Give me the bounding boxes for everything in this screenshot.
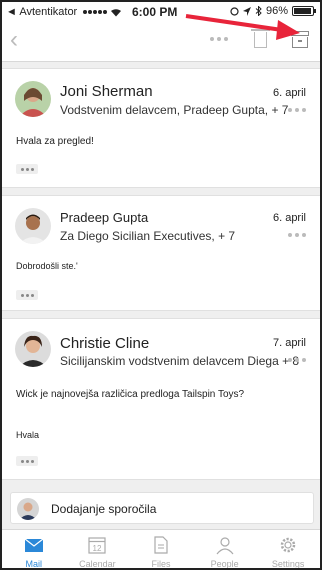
tab-people[interactable]: People: [193, 530, 257, 569]
message-date: 6. april: [272, 87, 306, 99]
tab-label: Files: [151, 559, 171, 569]
calendar-icon: 12: [88, 537, 106, 554]
show-quoted-text-button[interactable]: [16, 456, 38, 466]
tab-label: People: [210, 559, 239, 569]
tab-calendar[interactable]: 12 Calendar: [66, 530, 130, 569]
tab-label: Calendar: [79, 559, 116, 569]
trash-icon[interactable]: [251, 29, 270, 48]
sender-name: Pradeep Gupta: [60, 210, 149, 225]
reply-bar[interactable]: Dodajanje sporočila: [10, 492, 314, 524]
back-app-label[interactable]: ◄ Avtentikator: [6, 6, 77, 18]
bluetooth-icon: [255, 6, 262, 16]
message-body: Dobrodošli ste.': [16, 261, 78, 271]
message-body: Hvala za pregled!: [16, 136, 94, 147]
back-to-app[interactable]: ◄ Avtentikator: [6, 6, 122, 18]
show-quoted-text-button[interactable]: [16, 290, 38, 300]
more-icon[interactable]: [288, 108, 306, 112]
tab-bar: Mail 12 Calendar Files People Settings: [2, 529, 320, 569]
avatar: [17, 498, 39, 520]
message-date: 6. april: [272, 212, 306, 224]
message-card[interactable]: Pradeep Gupta Za Diego Sicilian Executiv…: [2, 195, 320, 311]
gear-icon: [280, 537, 296, 553]
recipients[interactable]: Sicilijanskim vodstvenim delavcem Diega …: [60, 354, 299, 368]
show-quoted-text-button[interactable]: [16, 164, 38, 174]
tab-settings[interactable]: Settings: [256, 530, 320, 569]
avatar: [15, 81, 51, 117]
tab-label: Settings: [271, 559, 305, 569]
tab-label: Mail: [25, 559, 43, 569]
more-icon[interactable]: [288, 233, 306, 237]
message-body: Wick je najnovejša različica predloga Ta…: [16, 389, 245, 400]
wifi-icon: [111, 8, 122, 16]
message-date: 7. april: [272, 337, 306, 349]
message-card[interactable]: Joni Sherman Vodstvenim delavcem, Pradee…: [2, 68, 320, 188]
recipients[interactable]: Za Diego Sicilian Executives, + 7: [60, 229, 235, 243]
message-card[interactable]: Christie Cline Sicilijanskim vodstvenim …: [2, 318, 320, 480]
message-body: Hvala: [16, 430, 40, 440]
app-frame: ◄ Avtentikator 6:00 PM 96% ‹ Joni Sherma…: [0, 0, 322, 570]
tab-files[interactable]: Files: [129, 530, 193, 569]
more-icon[interactable]: [288, 358, 306, 362]
recipients[interactable]: Vodstvenim delavcem, Pradeep Gupta, + 7: [60, 103, 288, 117]
battery-icon: [292, 6, 316, 16]
status-right: 96%: [230, 5, 316, 17]
chevron-left-icon[interactable]: ‹: [10, 28, 18, 52]
person-icon: [216, 537, 234, 555]
tab-mail[interactable]: Mail: [2, 530, 66, 569]
nav-bar: ‹: [2, 22, 320, 62]
mail-icon: [24, 538, 44, 552]
status-bar: ◄ Avtentikator 6:00 PM 96%: [2, 2, 320, 22]
avatar: [15, 331, 51, 367]
location-icon: [242, 6, 251, 16]
file-icon: [154, 536, 168, 554]
archive-icon[interactable]: [291, 31, 309, 48]
calendar-day: 12: [93, 544, 102, 553]
sender-name: Joni Sherman: [60, 83, 153, 100]
battery-fill: [294, 8, 312, 14]
reply-label[interactable]: Dodajanje sporočila: [51, 502, 156, 516]
signal-icon: [83, 10, 108, 14]
sender-name: Christie Cline: [60, 335, 150, 352]
battery-percent: 96%: [265, 5, 288, 17]
status-time: 6:00 PM: [132, 5, 178, 19]
more-icon[interactable]: [210, 37, 228, 41]
avatar: [15, 208, 51, 244]
alarm-icon: [230, 6, 239, 16]
